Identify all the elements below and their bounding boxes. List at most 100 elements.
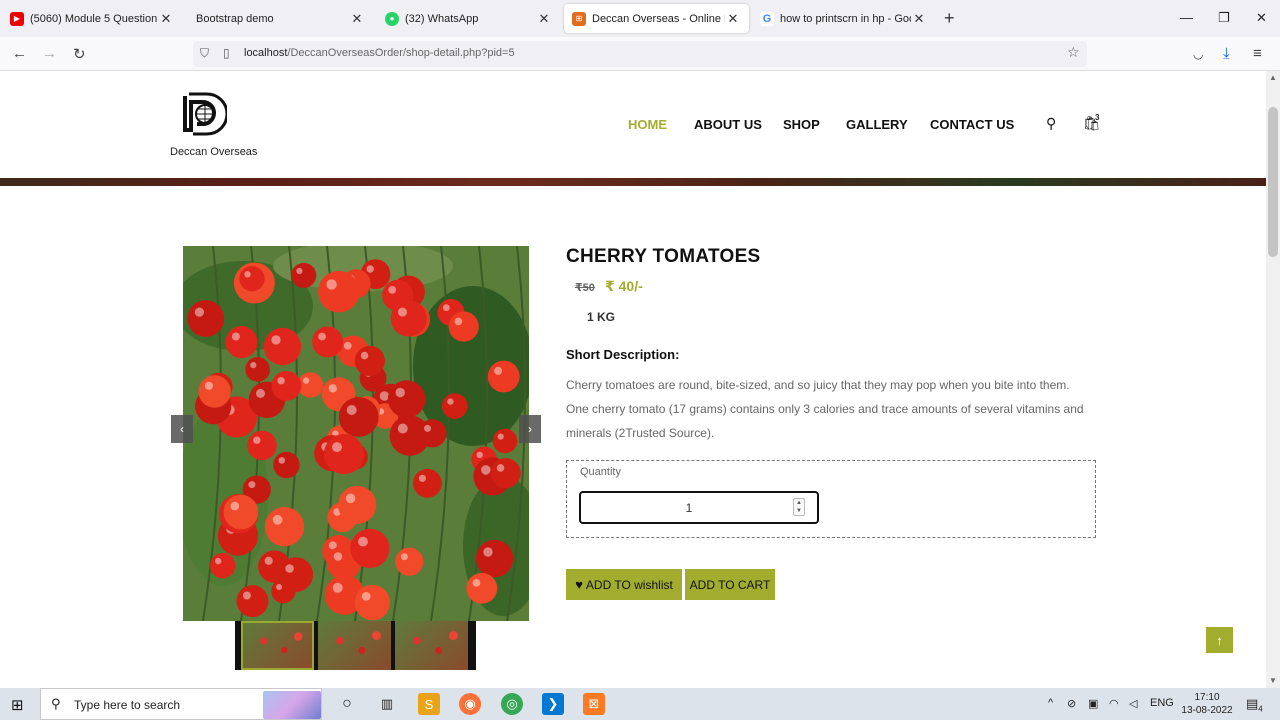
url-text[interactable]: localhost/DeccanOverseasOrder/shop-detai… bbox=[244, 47, 515, 59]
window-close-icon[interactable]: ✕ bbox=[1256, 10, 1267, 26]
tomato-highlight bbox=[278, 457, 286, 464]
chevron-right-icon: › bbox=[528, 422, 532, 436]
nav-home[interactable]: HOME bbox=[628, 117, 667, 132]
arrow-up-icon: ↑ bbox=[1216, 632, 1223, 648]
cart-label: ADD TO CART bbox=[689, 577, 771, 592]
tomato-highlight bbox=[345, 493, 356, 504]
close-icon[interactable]: ✕ bbox=[725, 11, 741, 27]
page-icon[interactable]: ▯ bbox=[223, 46, 230, 60]
carousel-next-button[interactable]: › bbox=[519, 415, 541, 443]
cart-count-badge: 3 bbox=[1095, 113, 1100, 122]
tomato bbox=[354, 584, 391, 621]
tab-whatsapp[interactable]: ● (32) WhatsApp ✕ bbox=[377, 4, 560, 33]
search-icon: ⚲ bbox=[51, 696, 61, 711]
add-to-cart-button[interactable]: ADD TO CART bbox=[685, 569, 775, 600]
tomato-highlight bbox=[388, 286, 397, 294]
tomato bbox=[236, 585, 269, 618]
tomato-highlight bbox=[272, 514, 283, 525]
show-hidden-icons-icon[interactable]: ^ bbox=[1048, 697, 1053, 709]
thumbnail-3[interactable] bbox=[395, 621, 468, 670]
windows-taskbar: ⊞ ⚲ Type here to search ○ ▥ S ◉ ◎ ❯ ⊠ ^ … bbox=[0, 688, 1280, 720]
tomato-highlight bbox=[398, 307, 407, 317]
carousel-prev-button[interactable]: ‹ bbox=[171, 415, 193, 443]
close-icon[interactable]: ✕ bbox=[911, 11, 927, 27]
tomato-highlight bbox=[343, 341, 352, 350]
tomato-highlight bbox=[271, 335, 281, 345]
quantity-stepper[interactable]: ▲ ▼ bbox=[793, 498, 805, 516]
tomato-highlight bbox=[332, 442, 342, 453]
cortana-icon[interactable]: ○ bbox=[336, 693, 358, 715]
restore-icon[interactable]: ❐ bbox=[1218, 10, 1230, 26]
shield-icon[interactable]: ⛉ bbox=[200, 46, 209, 61]
close-icon[interactable]: ✕ bbox=[349, 11, 365, 27]
heart-icon: ♥ bbox=[575, 577, 583, 592]
address-bar[interactable]: ⛉ ▯ localhost/DeccanOverseasOrder/shop-d… bbox=[193, 41, 1087, 67]
tomato-highlight bbox=[204, 381, 213, 390]
back-to-top-button[interactable]: ↑ bbox=[1206, 627, 1233, 653]
nav-shop[interactable]: SHOP bbox=[783, 117, 820, 132]
menu-icon[interactable]: ≡ bbox=[1253, 45, 1262, 62]
scroll-thumb[interactable] bbox=[1268, 107, 1278, 257]
tomato bbox=[338, 397, 379, 437]
windows-start-icon[interactable]: ⊞ bbox=[11, 696, 24, 714]
tomato bbox=[323, 434, 365, 475]
tomato bbox=[390, 300, 427, 337]
firefox-icon[interactable]: ◉ bbox=[459, 693, 481, 715]
speaker-icon[interactable]: ◁ bbox=[1129, 697, 1137, 710]
thumbnail-1[interactable] bbox=[241, 621, 314, 670]
task-view-icon[interactable]: ▥ bbox=[376, 693, 398, 715]
tomato bbox=[278, 557, 314, 592]
notification-icon[interactable]: ▤4 bbox=[1246, 696, 1263, 714]
language-indicator[interactable]: ENG bbox=[1150, 697, 1174, 709]
scroll-down-icon[interactable]: ▼ bbox=[1269, 676, 1277, 685]
scroll-up-icon[interactable]: ▲ bbox=[1269, 73, 1277, 82]
nav-contact-us[interactable]: CONTACT US bbox=[930, 117, 1014, 132]
taskbar-search[interactable]: ⚲ Type here to search bbox=[40, 688, 322, 720]
tab-google[interactable]: G how to printscrn in hp - Google ✕ bbox=[752, 4, 935, 33]
chrome-icon[interactable]: ◎ bbox=[501, 693, 523, 715]
thumbnail-2[interactable] bbox=[318, 621, 391, 670]
clock-time: 17:10 bbox=[1194, 692, 1220, 703]
logo-text[interactable]: Deccan Overseas bbox=[170, 146, 257, 158]
xampp-icon[interactable]: ⊠ bbox=[583, 693, 605, 715]
minimize-icon[interactable]: — bbox=[1180, 10, 1193, 25]
nav-about-us[interactable]: ABOUT US bbox=[694, 117, 762, 132]
clock[interactable]: 17:10 13-08-2022 bbox=[1181, 691, 1233, 717]
nav-gallery[interactable]: GALLERY bbox=[846, 117, 908, 132]
add-to-wishlist-button[interactable]: ♥ ADD TO wishlist bbox=[566, 569, 682, 600]
tab-deccan[interactable]: ⊞ Deccan Overseas - Online Fruits ✕ bbox=[564, 4, 749, 33]
tomato-highlight bbox=[326, 279, 337, 290]
tab-youtube[interactable]: ▶ (5060) Module 5 Question - Pali ✕ bbox=[2, 4, 182, 33]
close-icon[interactable]: ✕ bbox=[536, 11, 552, 27]
tomato-highlight bbox=[496, 464, 505, 472]
tomato bbox=[187, 300, 225, 337]
app-tray-icon[interactable]: ▣ bbox=[1088, 697, 1098, 710]
tomato bbox=[239, 266, 265, 292]
tomato bbox=[245, 357, 270, 382]
wifi-icon[interactable]: ◠ bbox=[1109, 697, 1119, 710]
reload-icon[interactable]: ↻ bbox=[73, 45, 86, 63]
quantity-input[interactable] bbox=[579, 491, 819, 524]
tab-bootstrap[interactable]: Bootstrap demo ✕ bbox=[188, 4, 373, 33]
tomato-highlight bbox=[379, 391, 390, 401]
forward-icon[interactable]: → bbox=[42, 45, 57, 62]
back-icon[interactable]: ← bbox=[12, 45, 27, 62]
search-highlight-image bbox=[263, 691, 321, 719]
vscode-icon[interactable]: ❯ bbox=[542, 693, 564, 715]
tomato-highlight bbox=[361, 592, 371, 601]
tomato bbox=[198, 375, 231, 408]
sublime-text-icon[interactable]: S bbox=[418, 693, 440, 715]
page-scrollbar[interactable]: ▲ ▼ bbox=[1266, 71, 1280, 688]
logo-icon[interactable] bbox=[181, 90, 227, 136]
browser-nav-bar: ← → ↻ ⛉ ▯ localhost/DeccanOverseasOrder/… bbox=[0, 37, 1280, 71]
bookmark-star-icon[interactable]: ☆ bbox=[1067, 44, 1080, 61]
download-icon[interactable]: ⤓ bbox=[1223, 45, 1230, 62]
tomato-highlight bbox=[418, 474, 426, 482]
tomato-highlight bbox=[242, 591, 251, 600]
search-icon[interactable]: ⚲ bbox=[1046, 115, 1056, 132]
pocket-icon[interactable]: ◡ bbox=[1193, 47, 1203, 61]
new-tab-icon[interactable]: + bbox=[944, 8, 955, 29]
network-alert-icon[interactable]: ⊘ bbox=[1067, 697, 1076, 710]
url-host: localhost bbox=[244, 47, 288, 59]
close-icon[interactable]: ✕ bbox=[158, 11, 174, 27]
